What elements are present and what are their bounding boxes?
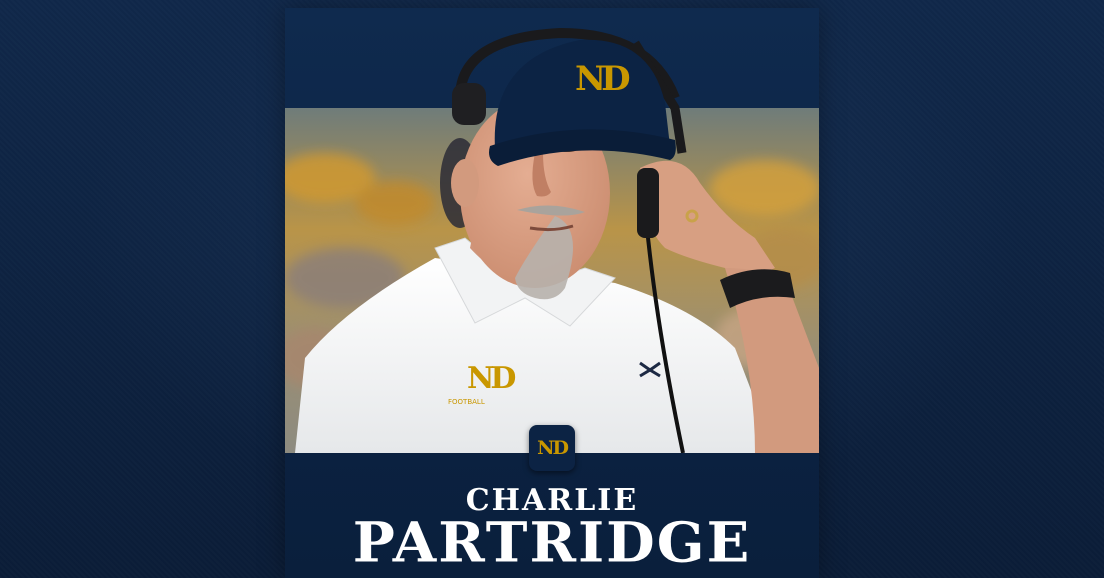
shirt-logo-caption: FOOTBALL <box>448 398 485 406</box>
graphic-stage: ND FOOTBALL ND ND CHARLIE PARTRIDGE <box>0 0 1104 578</box>
nd-badge-logo: ND <box>537 437 569 459</box>
cap-and-headset: ND <box>452 27 687 166</box>
cap-nd-logo: ND <box>575 59 630 99</box>
shirt-logo-text: ND <box>467 361 515 396</box>
headset-earpiece <box>452 83 486 125</box>
last-name: PARTRIDGE <box>352 510 752 576</box>
nd-badge: ND <box>529 425 575 471</box>
